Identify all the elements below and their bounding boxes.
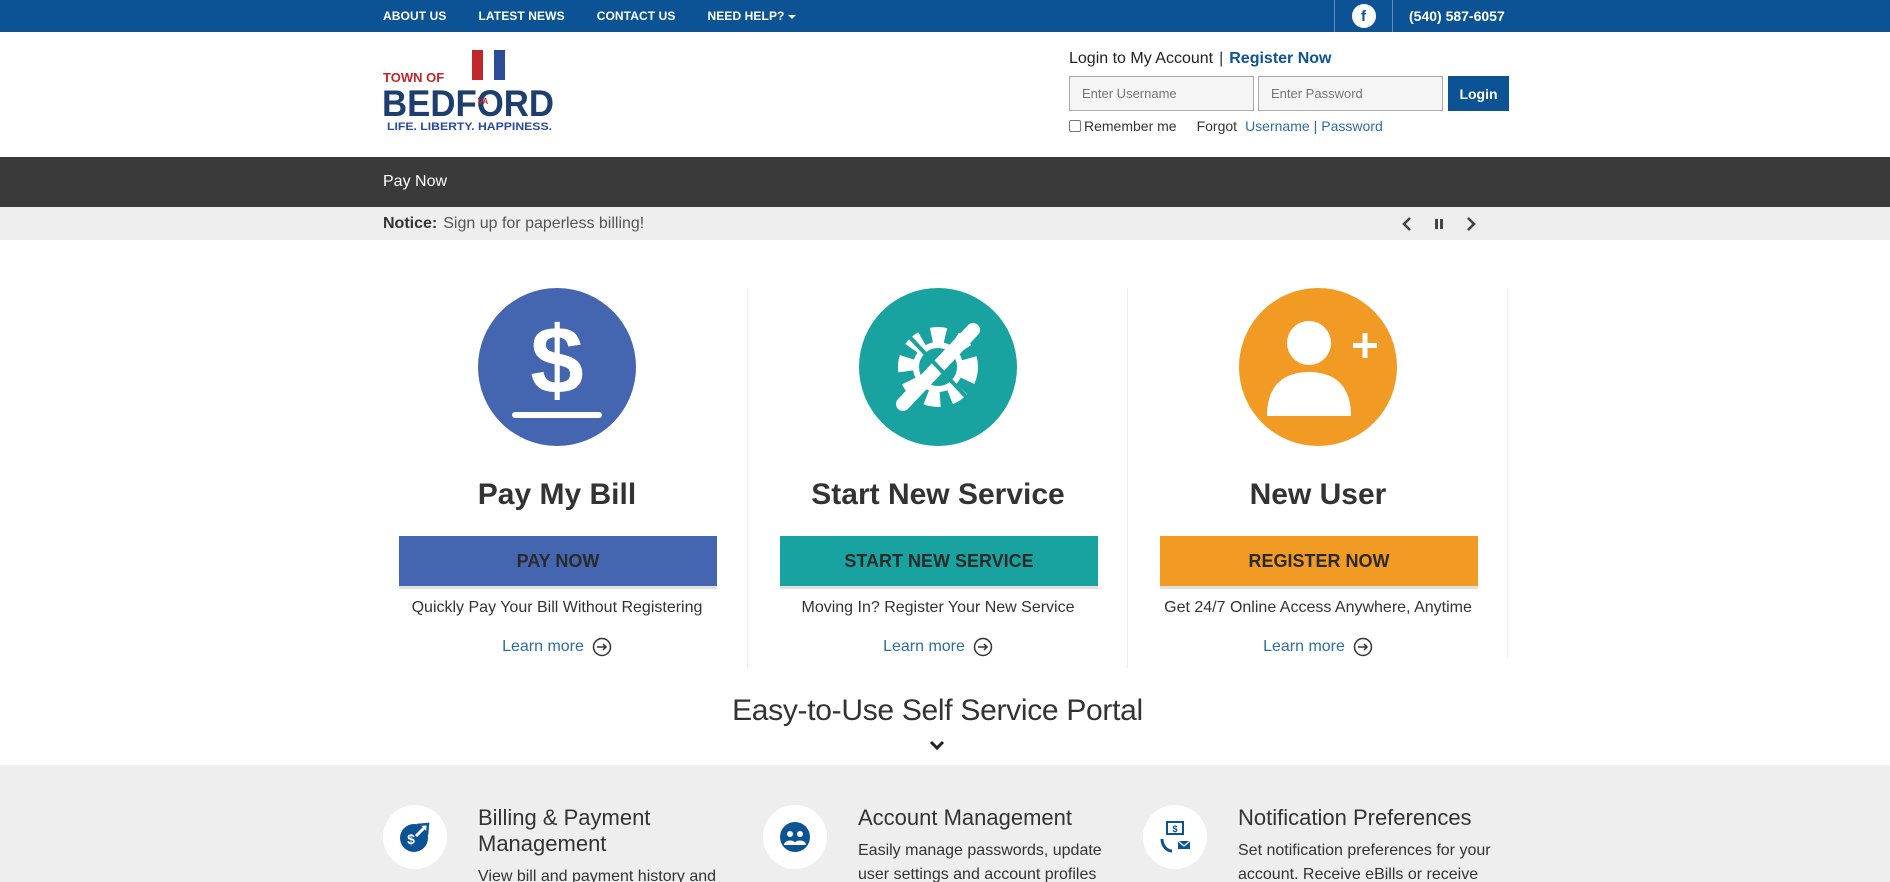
learn-more-label: Learn more (883, 638, 965, 655)
svg-text:$: $ (1172, 824, 1177, 834)
dollar-icon: $ (512, 307, 602, 418)
top-nav-need-help[interactable]: NEED HELP? (707, 9, 797, 23)
chevron-down-icon[interactable] (929, 740, 945, 752)
chevron-right-icon[interactable] (1462, 215, 1480, 233)
circle-new-user (1239, 288, 1397, 446)
portal-title: Easy-to-Use Self Service Portal (732, 694, 1143, 727)
forgot-password-link[interactable]: Password (1321, 118, 1382, 134)
account-management-icon (763, 805, 827, 869)
add-user-icon (1267, 321, 1377, 416)
notification-preferences-icon: $ (1143, 805, 1207, 869)
circle-pay: $ (478, 288, 636, 446)
login-options: Remember me Forgot Username | Password (1069, 118, 1509, 134)
wrench-gear-icon (896, 323, 980, 411)
feature-billing: $ Billing & Payment Management View bill… (383, 805, 753, 882)
arrow-circle-right-icon (592, 637, 612, 657)
notice: Notice: Sign up for paperless billing! (383, 207, 644, 240)
login-fields: Login (1069, 76, 1509, 111)
svg-text:$: $ (407, 831, 415, 847)
top-nav-contact-us[interactable]: CONTACT US (597, 9, 676, 23)
forgot-separator: | (1313, 118, 1318, 134)
password-input[interactable] (1258, 76, 1443, 111)
main-nav-pay-now[interactable]: Pay Now (383, 157, 447, 207)
features-section: $ Billing & Payment Management View bill… (0, 765, 1890, 882)
card-description: Moving In? Register Your New Service (801, 599, 1075, 616)
facebook-icon: f (1351, 4, 1376, 28)
circle-service (859, 288, 1017, 446)
notice-text: Sign up for paperless billing! (443, 215, 645, 232)
top-bar: ABOUT US LATEST NEWS CONTACT US NEED HEL… (0, 0, 1890, 32)
card-new-user: New User REGISTER NOW Get 24/7 Online Ac… (1127, 288, 1507, 668)
top-nav-latest-news[interactable]: LATEST NEWS (478, 9, 564, 23)
facebook-link[interactable]: f (1335, 0, 1392, 32)
learn-more-label: Learn more (1263, 638, 1345, 655)
feature-title: Notification Preferences (1238, 805, 1472, 830)
top-right: f (540) 587-6057 (1334, 0, 1505, 32)
login-heading: Login to My Account | Register Now (1069, 50, 1509, 70)
card-description: Get 24/7 Online Access Anywhere, Anytime (1164, 599, 1472, 616)
need-help-label: NEED HELP? (707, 9, 785, 23)
feature-title: Account Management (858, 805, 1073, 830)
svg-text:$: $ (530, 307, 583, 414)
learn-more-label: Learn more (502, 638, 584, 655)
feature-account: Account Management Easily manage passwor… (763, 805, 1133, 882)
login-separator: | (1219, 50, 1224, 67)
notice-controls (1398, 207, 1480, 240)
svg-text:LIFE. LIBERTY. HAPPINESS.: LIFE. LIBERTY. HAPPINESS. (387, 121, 552, 133)
top-nav-about-us[interactable]: ABOUT US (383, 9, 446, 23)
start-new-service-button[interactable]: START NEW SERVICE (780, 536, 1098, 586)
town-logo[interactable]: TOWN OF BEDFORD VA LIFE. LIBERTY. HAPPIN… (382, 50, 562, 134)
feature-title: Billing & Payment Management (478, 805, 651, 856)
svg-text:VA: VA (478, 97, 489, 106)
username-input[interactable] (1069, 76, 1254, 111)
learn-more-link[interactable]: Learn more (1128, 637, 1508, 657)
card-pay-my-bill: $ Pay My Bill PAY NOW Quickly Pay Your B… (367, 288, 747, 668)
feature-description: View bill and payment history and (478, 868, 717, 882)
login-button[interactable]: Login (1448, 76, 1509, 111)
notice-bar: Notice: Sign up for paperless billing! (0, 207, 1890, 240)
divider (1507, 288, 1508, 658)
forgot-label: Forgot (1196, 118, 1238, 134)
forgot-username-link[interactable]: Username (1245, 118, 1310, 134)
top-nav: ABOUT US LATEST NEWS CONTACT US NEED HEL… (383, 0, 828, 32)
card-description: Quickly Pay Your Bill Without Registerin… (411, 599, 703, 616)
register-now-button[interactable]: REGISTER NOW (1160, 536, 1478, 586)
caret-down-icon (788, 14, 797, 19)
chevron-left-icon[interactable] (1398, 215, 1416, 233)
main-nav: Pay Now (0, 157, 1890, 207)
pay-now-button[interactable]: PAY NOW (399, 536, 717, 586)
card-title: Pay My Bill (477, 478, 637, 511)
notice-label: Notice: (383, 215, 438, 232)
feature-notifications: $ Notification Preferences Set notificat… (1143, 805, 1513, 882)
arrow-circle-right-icon (973, 637, 993, 657)
phone-number[interactable]: (540) 587-6057 (1409, 8, 1505, 24)
learn-more-link[interactable]: Learn more (748, 637, 1128, 657)
learn-more-link[interactable]: Learn more (367, 637, 747, 657)
billing-icon: $ (383, 805, 447, 869)
feature-description: Easily manage passwords, update user set… (858, 842, 1102, 882)
town-of-bedford-logo: TOWN OF BEDFORD VA LIFE. LIBERTY. HAPPIN… (382, 50, 554, 133)
divider (1392, 0, 1393, 32)
arrow-circle-right-icon (1353, 637, 1373, 657)
pause-icon[interactable] (1430, 215, 1448, 233)
card-title: Start New Service (811, 478, 1065, 511)
card-start-new-service: Start New Service START NEW SERVICE Movi… (747, 288, 1127, 668)
feature-description: Set notification preferences for your ac… (1238, 842, 1491, 882)
remember-me-label: Remember me (1084, 118, 1177, 134)
login-panel: Login to My Account | Register Now Login R… (1069, 50, 1509, 134)
remember-me-checkbox[interactable] (1069, 120, 1081, 132)
svg-text:BEDFORD: BEDFORD (382, 83, 554, 124)
login-title: Login to My Account (1069, 50, 1214, 67)
register-now-link[interactable]: Register Now (1229, 50, 1331, 67)
card-title: New User (1249, 478, 1387, 511)
